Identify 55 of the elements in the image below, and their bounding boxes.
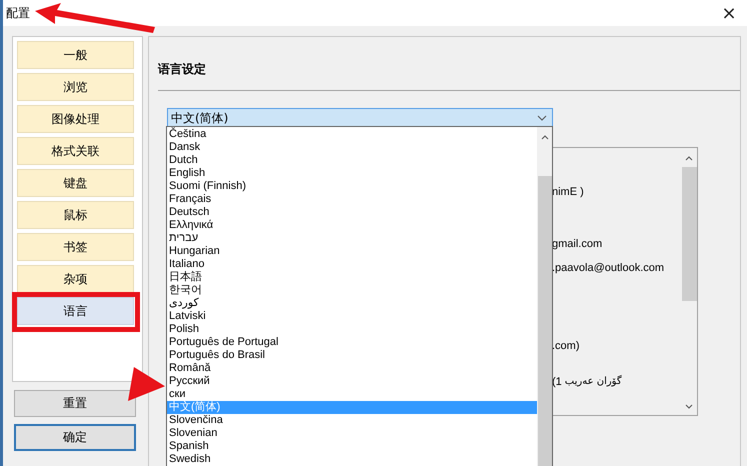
dropdown-option[interactable]: Deutsch <box>167 206 537 219</box>
section-heading: 语言设定 <box>158 61 207 78</box>
scrollbar[interactable] <box>537 127 552 466</box>
dropdown-option[interactable]: Suomi (Finnish) <box>167 180 537 193</box>
scroll-up-icon[interactable] <box>685 156 693 161</box>
scroll-thumb[interactable] <box>682 167 696 301</box>
dropdown-option[interactable]: Italiano <box>167 258 537 271</box>
arrow-icon <box>128 364 165 404</box>
dropdown-option[interactable]: 日本語 <box>167 271 537 284</box>
dropdown-option[interactable]: Português de Portugal <box>167 336 537 349</box>
dropdown-option[interactable]: English <box>167 167 537 180</box>
nav-button[interactable]: 书签 <box>17 233 134 261</box>
window-title: 配置 <box>6 4 30 22</box>
dropdown-option[interactable]: Latviski <box>167 310 537 323</box>
scroll-down-icon[interactable] <box>685 404 693 409</box>
nav-button[interactable]: 一般 <box>17 41 134 69</box>
dialog-button[interactable]: 确定 <box>14 424 136 451</box>
dropdown-option[interactable]: Português do Brasil <box>167 349 537 362</box>
dropdown-option[interactable]: Hungarian <box>167 245 537 258</box>
credit-text: گۆران عەریب <box>564 376 622 388</box>
dropdown-option[interactable]: Čeština <box>167 128 537 141</box>
nav-button[interactable]: 鼠标 <box>17 201 134 229</box>
nav-button[interactable]: 杂项 <box>17 265 134 293</box>
nav-button[interactable]: 格式关联 <box>17 137 134 165</box>
scroll-up-icon[interactable] <box>540 135 548 140</box>
dropdown-option[interactable]: Polish <box>167 323 537 336</box>
close-button[interactable]: × <box>711 0 747 26</box>
dropdown-option[interactable]: Ελληνικά <box>167 219 537 232</box>
credit-text: nimE ) <box>552 186 584 198</box>
dialog-button[interactable]: 重置 <box>14 390 136 417</box>
nav-button[interactable]: 语言 <box>17 297 134 325</box>
dropdown-option[interactable]: Slovenčina <box>167 414 537 427</box>
credit-text: (1 <box>552 376 562 388</box>
dropdown-option[interactable]: Français <box>167 193 537 206</box>
nav-button[interactable]: 浏览 <box>17 73 134 101</box>
nav-button[interactable]: 图像处理 <box>17 105 134 133</box>
dropdown-option[interactable]: Русский <box>167 375 537 388</box>
dropdown-option[interactable]: Swedish <box>167 453 537 466</box>
arrow-icon <box>35 3 155 33</box>
scroll-thumb[interactable] <box>538 176 552 466</box>
dropdown-option[interactable]: Română <box>167 362 537 375</box>
credit-text: gmail.com <box>552 238 602 250</box>
credit-text: .com) <box>552 340 580 352</box>
dropdown-option[interactable]: Spanish <box>167 440 537 453</box>
dropdown-option[interactable]: Dutch <box>167 154 537 167</box>
dropdown-option[interactable]: Dansk <box>167 141 537 154</box>
nav-button[interactable]: 键盘 <box>17 169 134 197</box>
language-dropdown[interactable]: 中文(简体) <box>167 108 553 128</box>
dropdown-option[interactable]: Slovenian <box>167 427 537 440</box>
dropdown-option[interactable]: 한국어 <box>167 284 537 297</box>
credit-text: .paavola@outlook.com <box>552 262 664 274</box>
dropdown-option[interactable]: کوردی <box>167 297 537 310</box>
dropdown-option[interactable]: עברית <box>167 232 537 245</box>
dropdown-option[interactable]: ски <box>167 388 537 401</box>
chevron-down-icon <box>537 115 547 121</box>
